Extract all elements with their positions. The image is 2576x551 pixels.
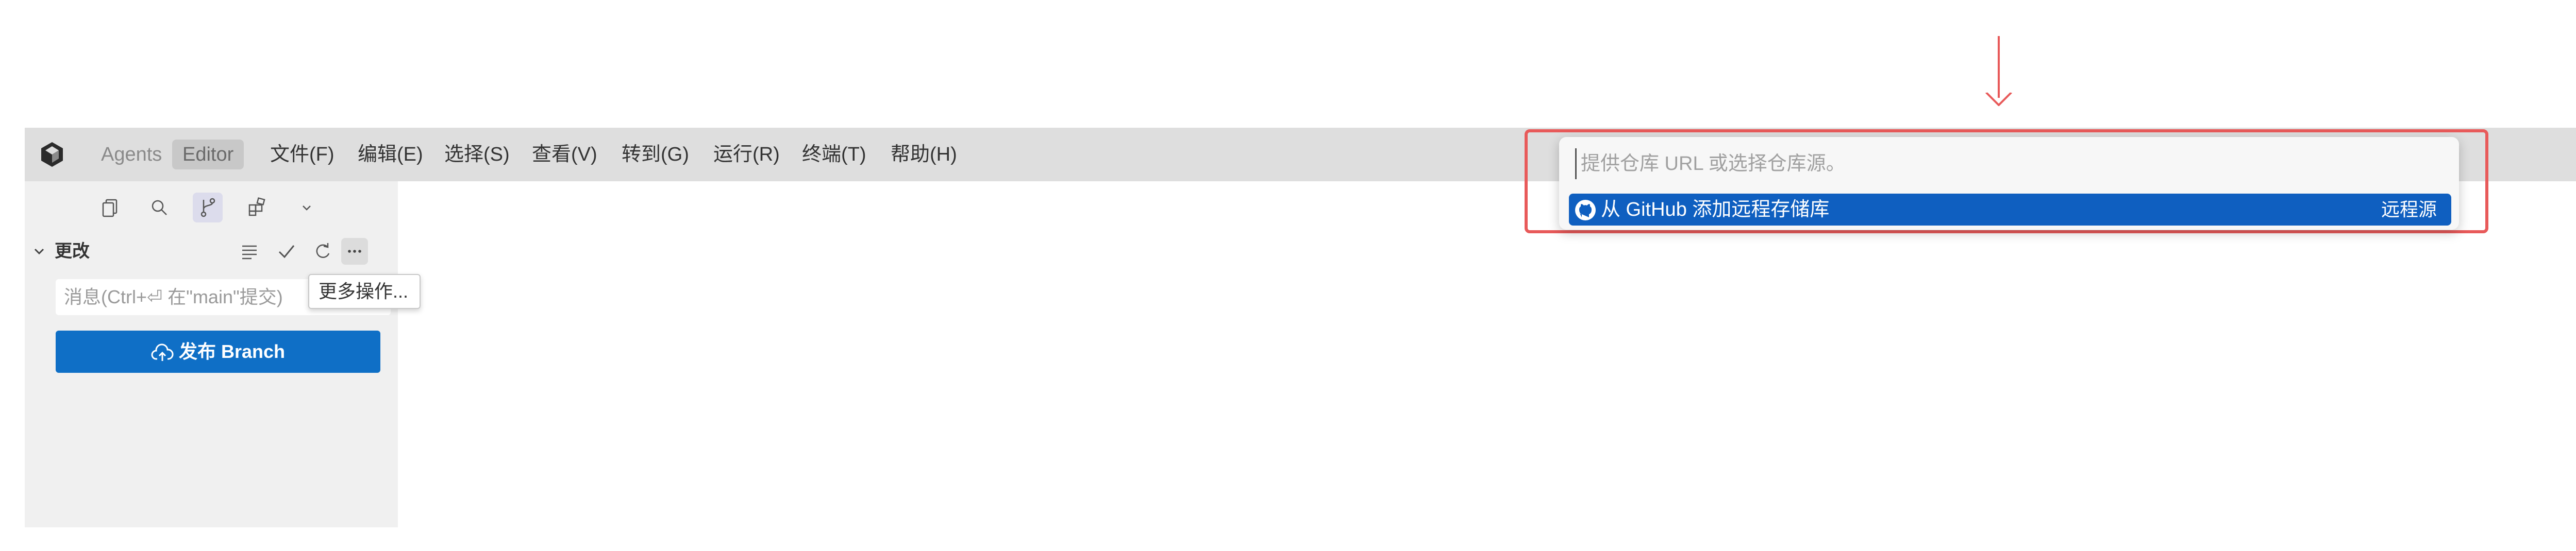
- mode-editor-button[interactable]: Editor: [172, 140, 244, 169]
- more-actions-tooltip: 更多操作...: [308, 274, 421, 309]
- publish-branch-button[interactable]: 发布 Branch: [56, 331, 380, 373]
- menu-run[interactable]: 运行(R): [713, 140, 780, 169]
- menu-go[interactable]: 转到(G): [622, 140, 689, 169]
- explorer-icon[interactable]: [96, 193, 126, 222]
- menu-terminal[interactable]: 终端(T): [802, 140, 866, 169]
- menu-view[interactable]: 查看(V): [532, 140, 597, 169]
- extensions-icon[interactable]: [242, 193, 272, 222]
- menu-file[interactable]: 文件(F): [270, 140, 334, 169]
- section-title-changes: 更改: [55, 242, 90, 261]
- commit-check-icon[interactable]: [273, 238, 300, 265]
- more-actions-icon[interactable]: [341, 238, 368, 265]
- publish-branch-label: 发布 Branch: [178, 341, 286, 362]
- repository-url-input[interactable]: [1575, 148, 2441, 179]
- refresh-icon[interactable]: [309, 238, 336, 265]
- quick-pick-item-description: 远程源: [2381, 199, 2437, 220]
- annotation-arrow-icon: [1985, 92, 2013, 106]
- app-logo-icon: [41, 142, 63, 167]
- search-icon[interactable]: [144, 193, 174, 222]
- cloud-upload-icon: [151, 343, 174, 361]
- section-chevron-icon[interactable]: [32, 244, 46, 259]
- menu-help[interactable]: 帮助(H): [891, 140, 957, 169]
- mode-agents-button[interactable]: Agents: [91, 140, 172, 169]
- source-control-icon[interactable]: [193, 193, 223, 222]
- chevron-down-icon[interactable]: [292, 193, 322, 222]
- view-as-tree-icon[interactable]: [236, 238, 263, 265]
- quick-pick-item-label: 从 GitHub 添加远程存储库: [1601, 199, 1830, 220]
- github-icon: [1575, 200, 1596, 220]
- menu-selection[interactable]: 选择(S): [444, 140, 510, 169]
- menu-edit[interactable]: 编辑(E): [358, 140, 423, 169]
